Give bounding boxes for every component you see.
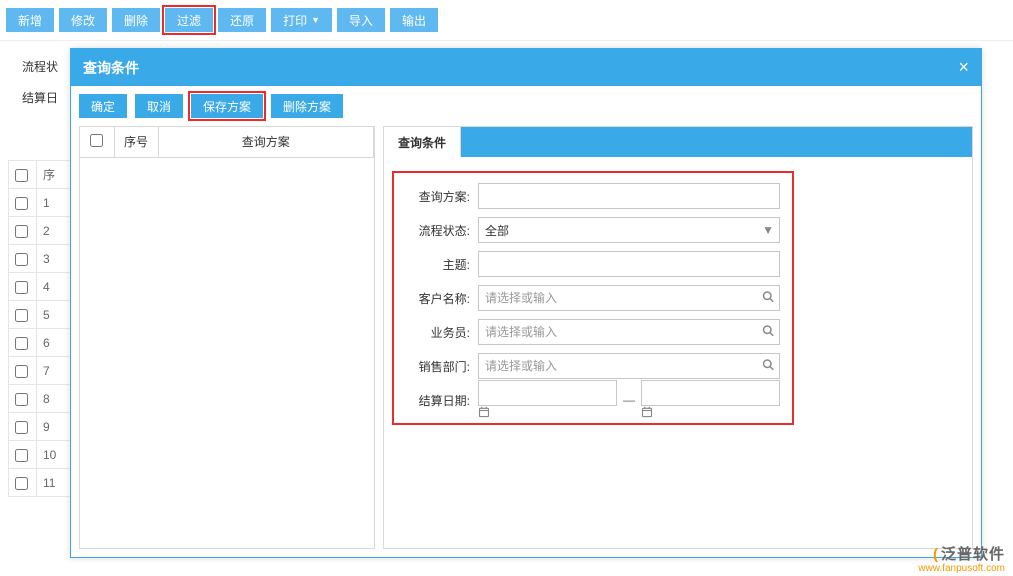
table-row: 8 xyxy=(9,385,78,413)
row-checkbox[interactable] xyxy=(15,421,28,434)
table-row: 7 xyxy=(9,357,78,385)
top-toolbar: 新增 修改 删除 过滤 还原 打印▼ 导入 输出 xyxy=(0,0,1013,41)
table-row: 6 xyxy=(9,329,78,357)
row-checkbox[interactable] xyxy=(15,253,28,266)
plan-label: 查询方案: xyxy=(406,188,470,205)
row-checkbox[interactable] xyxy=(15,225,28,238)
plan-input[interactable] xyxy=(478,183,780,209)
query-dialog: 查询条件 × 确定 取消 保存方案 删除方案 序号 查询方案 查询条件 xyxy=(70,48,982,558)
calendar-icon xyxy=(478,407,490,421)
date-to-input[interactable] xyxy=(641,380,780,406)
chevron-down-icon: ▼ xyxy=(311,15,320,25)
dialog-toolbar: 确定 取消 保存方案 删除方案 xyxy=(71,86,981,126)
close-icon[interactable]: × xyxy=(958,57,969,78)
table-row: 4 xyxy=(9,273,78,301)
bg-checkall[interactable] xyxy=(15,169,28,182)
new-button[interactable]: 新增 xyxy=(6,8,54,32)
table-row: 5 xyxy=(9,301,78,329)
table-row: 11 xyxy=(9,469,78,497)
row-checkbox[interactable] xyxy=(15,337,28,350)
subject-input[interactable] xyxy=(478,251,780,277)
plan-list-panel: 序号 查询方案 xyxy=(79,126,375,549)
row-checkbox[interactable] xyxy=(15,449,28,462)
row-checkbox[interactable] xyxy=(15,477,28,490)
condition-form: 查询方案: 流程状态: 全部 ▼ 主题: xyxy=(392,171,794,425)
row-checkbox[interactable] xyxy=(15,393,28,406)
export-button[interactable]: 输出 xyxy=(390,8,438,32)
background-filter-labels: 流程状 结算日 xyxy=(22,58,58,120)
table-row: 9 xyxy=(9,413,78,441)
plan-col-seq: 序号 xyxy=(114,127,158,157)
date-label: 结算日期: xyxy=(406,392,470,409)
print-button[interactable]: 打印▼ xyxy=(271,8,332,32)
table-row: 3 xyxy=(9,245,78,273)
date-separator: — xyxy=(623,393,635,407)
calendar-icon xyxy=(641,407,653,421)
cancel-button[interactable]: 取消 xyxy=(135,94,183,118)
condition-tabs: 查询条件 xyxy=(384,127,972,157)
condition-panel: 查询条件 查询方案: 流程状态: 全部 ▼ xyxy=(383,126,973,549)
plan-checkall[interactable] xyxy=(90,134,103,147)
customer-label: 客户名称: xyxy=(406,290,470,307)
tab-condition[interactable]: 查询条件 xyxy=(384,127,461,157)
watermark: (泛普软件 www.fanpusoft.com xyxy=(918,547,1005,575)
dept-label: 销售部门: xyxy=(406,358,470,375)
customer-input[interactable] xyxy=(478,285,780,311)
row-checkbox[interactable] xyxy=(15,309,28,322)
row-checkbox[interactable] xyxy=(15,281,28,294)
dept-input[interactable] xyxy=(478,353,780,379)
status-select[interactable]: 全部 xyxy=(478,217,780,243)
table-row: 1 xyxy=(9,189,78,217)
edit-button[interactable]: 修改 xyxy=(59,8,107,32)
table-row: 2 xyxy=(9,217,78,245)
row-checkbox[interactable] xyxy=(15,197,28,210)
save-plan-button[interactable]: 保存方案 xyxy=(191,94,263,118)
sales-label: 业务员: xyxy=(406,324,470,341)
subject-label: 主题: xyxy=(406,256,470,273)
filter-button[interactable]: 过滤 xyxy=(165,8,213,32)
date-from-input[interactable] xyxy=(478,380,617,406)
restore-button[interactable]: 还原 xyxy=(218,8,266,32)
ok-button[interactable]: 确定 xyxy=(79,94,127,118)
logo-icon: ( xyxy=(933,546,939,563)
import-button[interactable]: 导入 xyxy=(337,8,385,32)
delete-plan-button[interactable]: 删除方案 xyxy=(271,94,343,118)
table-row: 10 xyxy=(9,441,78,469)
dialog-titlebar: 查询条件 × xyxy=(71,49,981,86)
plan-col-name: 查询方案 xyxy=(158,127,374,157)
background-table: 序 1234567891011 xyxy=(8,160,78,497)
row-checkbox[interactable] xyxy=(15,365,28,378)
status-label: 流程状态: xyxy=(406,222,470,239)
delete-button[interactable]: 删除 xyxy=(112,8,160,32)
dialog-title-text: 查询条件 xyxy=(83,58,139,78)
sales-input[interactable] xyxy=(478,319,780,345)
